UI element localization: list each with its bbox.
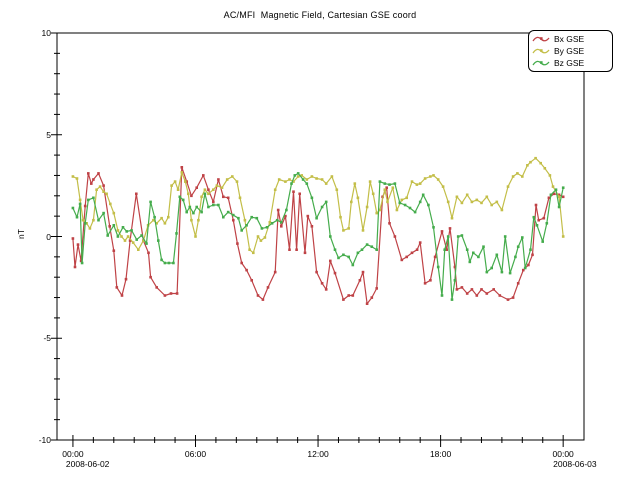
x-ticks	[73, 435, 563, 447]
x-tick-label: 18:00	[416, 449, 466, 459]
legend-label-bz: Bz GSE	[554, 58, 584, 68]
bz-gse-line	[73, 173, 563, 299]
by-line-symbol-icon	[532, 46, 552, 56]
plot-area	[0, 0, 640, 480]
legend-label-by: By GSE	[554, 46, 584, 56]
series-by-gse	[72, 157, 565, 254]
x-axis-date-label: 2008-06-03	[553, 459, 596, 469]
y-ticks	[51, 33, 62, 440]
legend-item-bx: Bx GSE	[532, 33, 608, 45]
x-tick-label: 00:00	[538, 449, 588, 459]
series-bz-gse	[72, 172, 565, 301]
legend-item-by: By GSE	[532, 45, 608, 57]
y-tick-label: 5	[11, 130, 51, 140]
y-tick-label: -10	[11, 435, 51, 445]
y-tick-label: 10	[11, 28, 51, 38]
y-tick-label: -5	[11, 333, 51, 343]
x-tick-label: 06:00	[170, 449, 220, 459]
bx-gse-line	[73, 167, 563, 303]
bz-line-symbol-icon	[532, 58, 552, 68]
x-tick-label: 00:00	[48, 449, 98, 459]
plot-window: AC/MFI Magnetic Field, Cartesian GSE coo…	[0, 0, 640, 480]
x-axis-date-label: 2008-06-02	[66, 459, 109, 469]
legend-label-bx: Bx GSE	[554, 34, 584, 44]
y-tick-label: 0	[11, 232, 51, 242]
x-tick-label: 12:00	[293, 449, 343, 459]
legend: Bx GSE By GSE Bz GSE	[528, 30, 613, 72]
bx-line-symbol-icon	[532, 34, 552, 44]
legend-item-bz: Bz GSE	[532, 57, 608, 69]
